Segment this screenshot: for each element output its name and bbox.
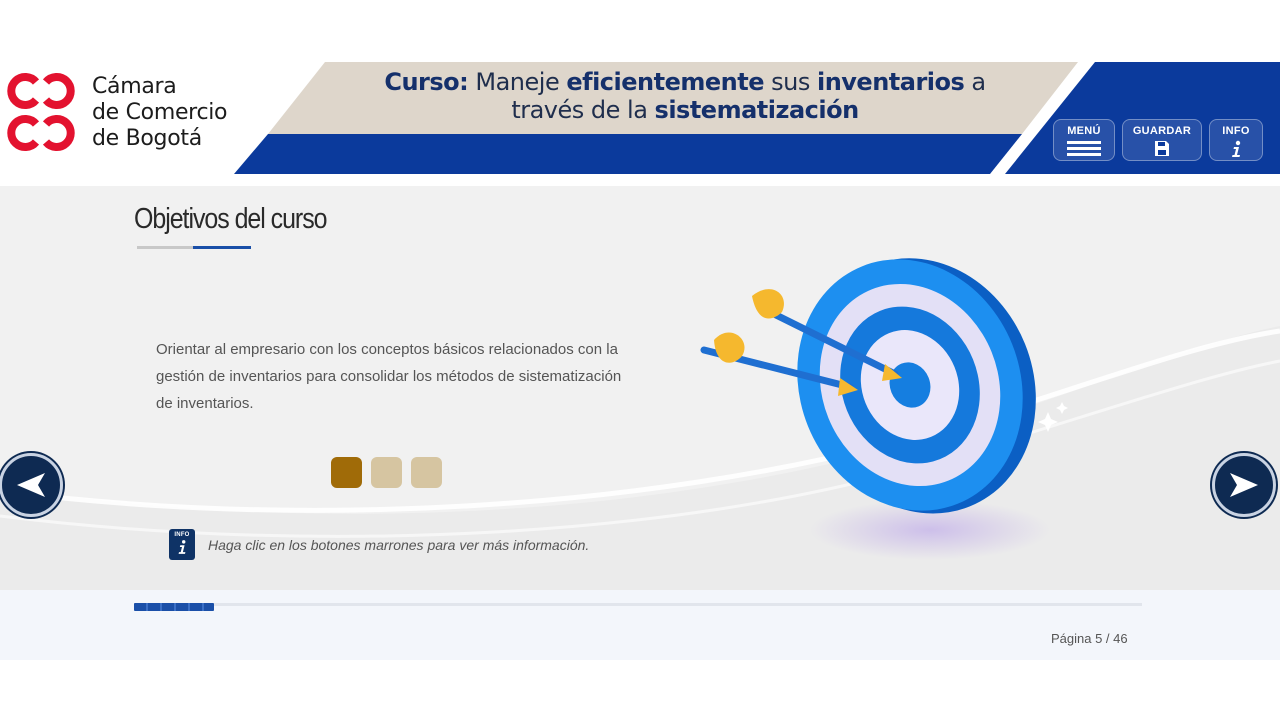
info-i-glyph — [178, 540, 186, 554]
logo-icon — [7, 73, 75, 151]
info-icon — [1232, 140, 1241, 157]
title-part: sistematización — [654, 96, 860, 124]
dot-button-3[interactable] — [411, 457, 442, 488]
prev-button[interactable] — [0, 453, 63, 517]
footer — [0, 590, 1280, 660]
progress-track — [134, 603, 1142, 606]
brand-line: de Comercio — [92, 100, 228, 125]
next-button[interactable] — [1212, 453, 1276, 517]
course-title: Curso: Maneje eficientemente sus inventa… — [380, 68, 990, 124]
info-note-text: Haga clic en los botones marrones para v… — [208, 537, 590, 553]
menu-icon — [1067, 141, 1101, 156]
dot-button-2[interactable] — [371, 457, 402, 488]
title-part: Curso: — [384, 68, 469, 96]
brand-line: de Bogotá — [92, 126, 202, 151]
info-button-label: INFO — [1222, 125, 1250, 137]
save-button-label: GUARDAR — [1132, 125, 1192, 137]
arrow-right-icon — [1230, 473, 1258, 497]
title-part: eficientemente — [566, 68, 764, 96]
menu-button-label: MENÚ — [1067, 125, 1101, 137]
menu-button[interactable]: MENÚ — [1053, 119, 1115, 161]
arrow-left-icon — [17, 473, 45, 497]
save-icon — [1155, 141, 1169, 156]
target-illustration — [700, 258, 1068, 560]
progress-bar — [134, 603, 214, 611]
info-note-icon-label: INFO — [174, 532, 190, 538]
info-note-icon: INFO — [169, 529, 195, 560]
save-button[interactable]: GUARDAR — [1122, 119, 1202, 161]
title-part: inventarios — [816, 68, 965, 96]
dot-button-1[interactable] — [331, 457, 362, 488]
brand-line: Cámara — [92, 74, 177, 99]
brand-name: Cámara de Comercio de Bogotá — [92, 74, 228, 152]
info-button[interactable]: INFO — [1209, 119, 1263, 161]
title-underline — [137, 246, 251, 249]
section-title: Objetivos del curso — [134, 203, 328, 235]
objective-text: Orientar al empresario con los conceptos… — [156, 341, 622, 412]
title-part: sus — [763, 68, 817, 96]
title-part: Maneje — [468, 68, 567, 96]
page-indicator: Página 5 / 46 — [1051, 631, 1128, 646]
